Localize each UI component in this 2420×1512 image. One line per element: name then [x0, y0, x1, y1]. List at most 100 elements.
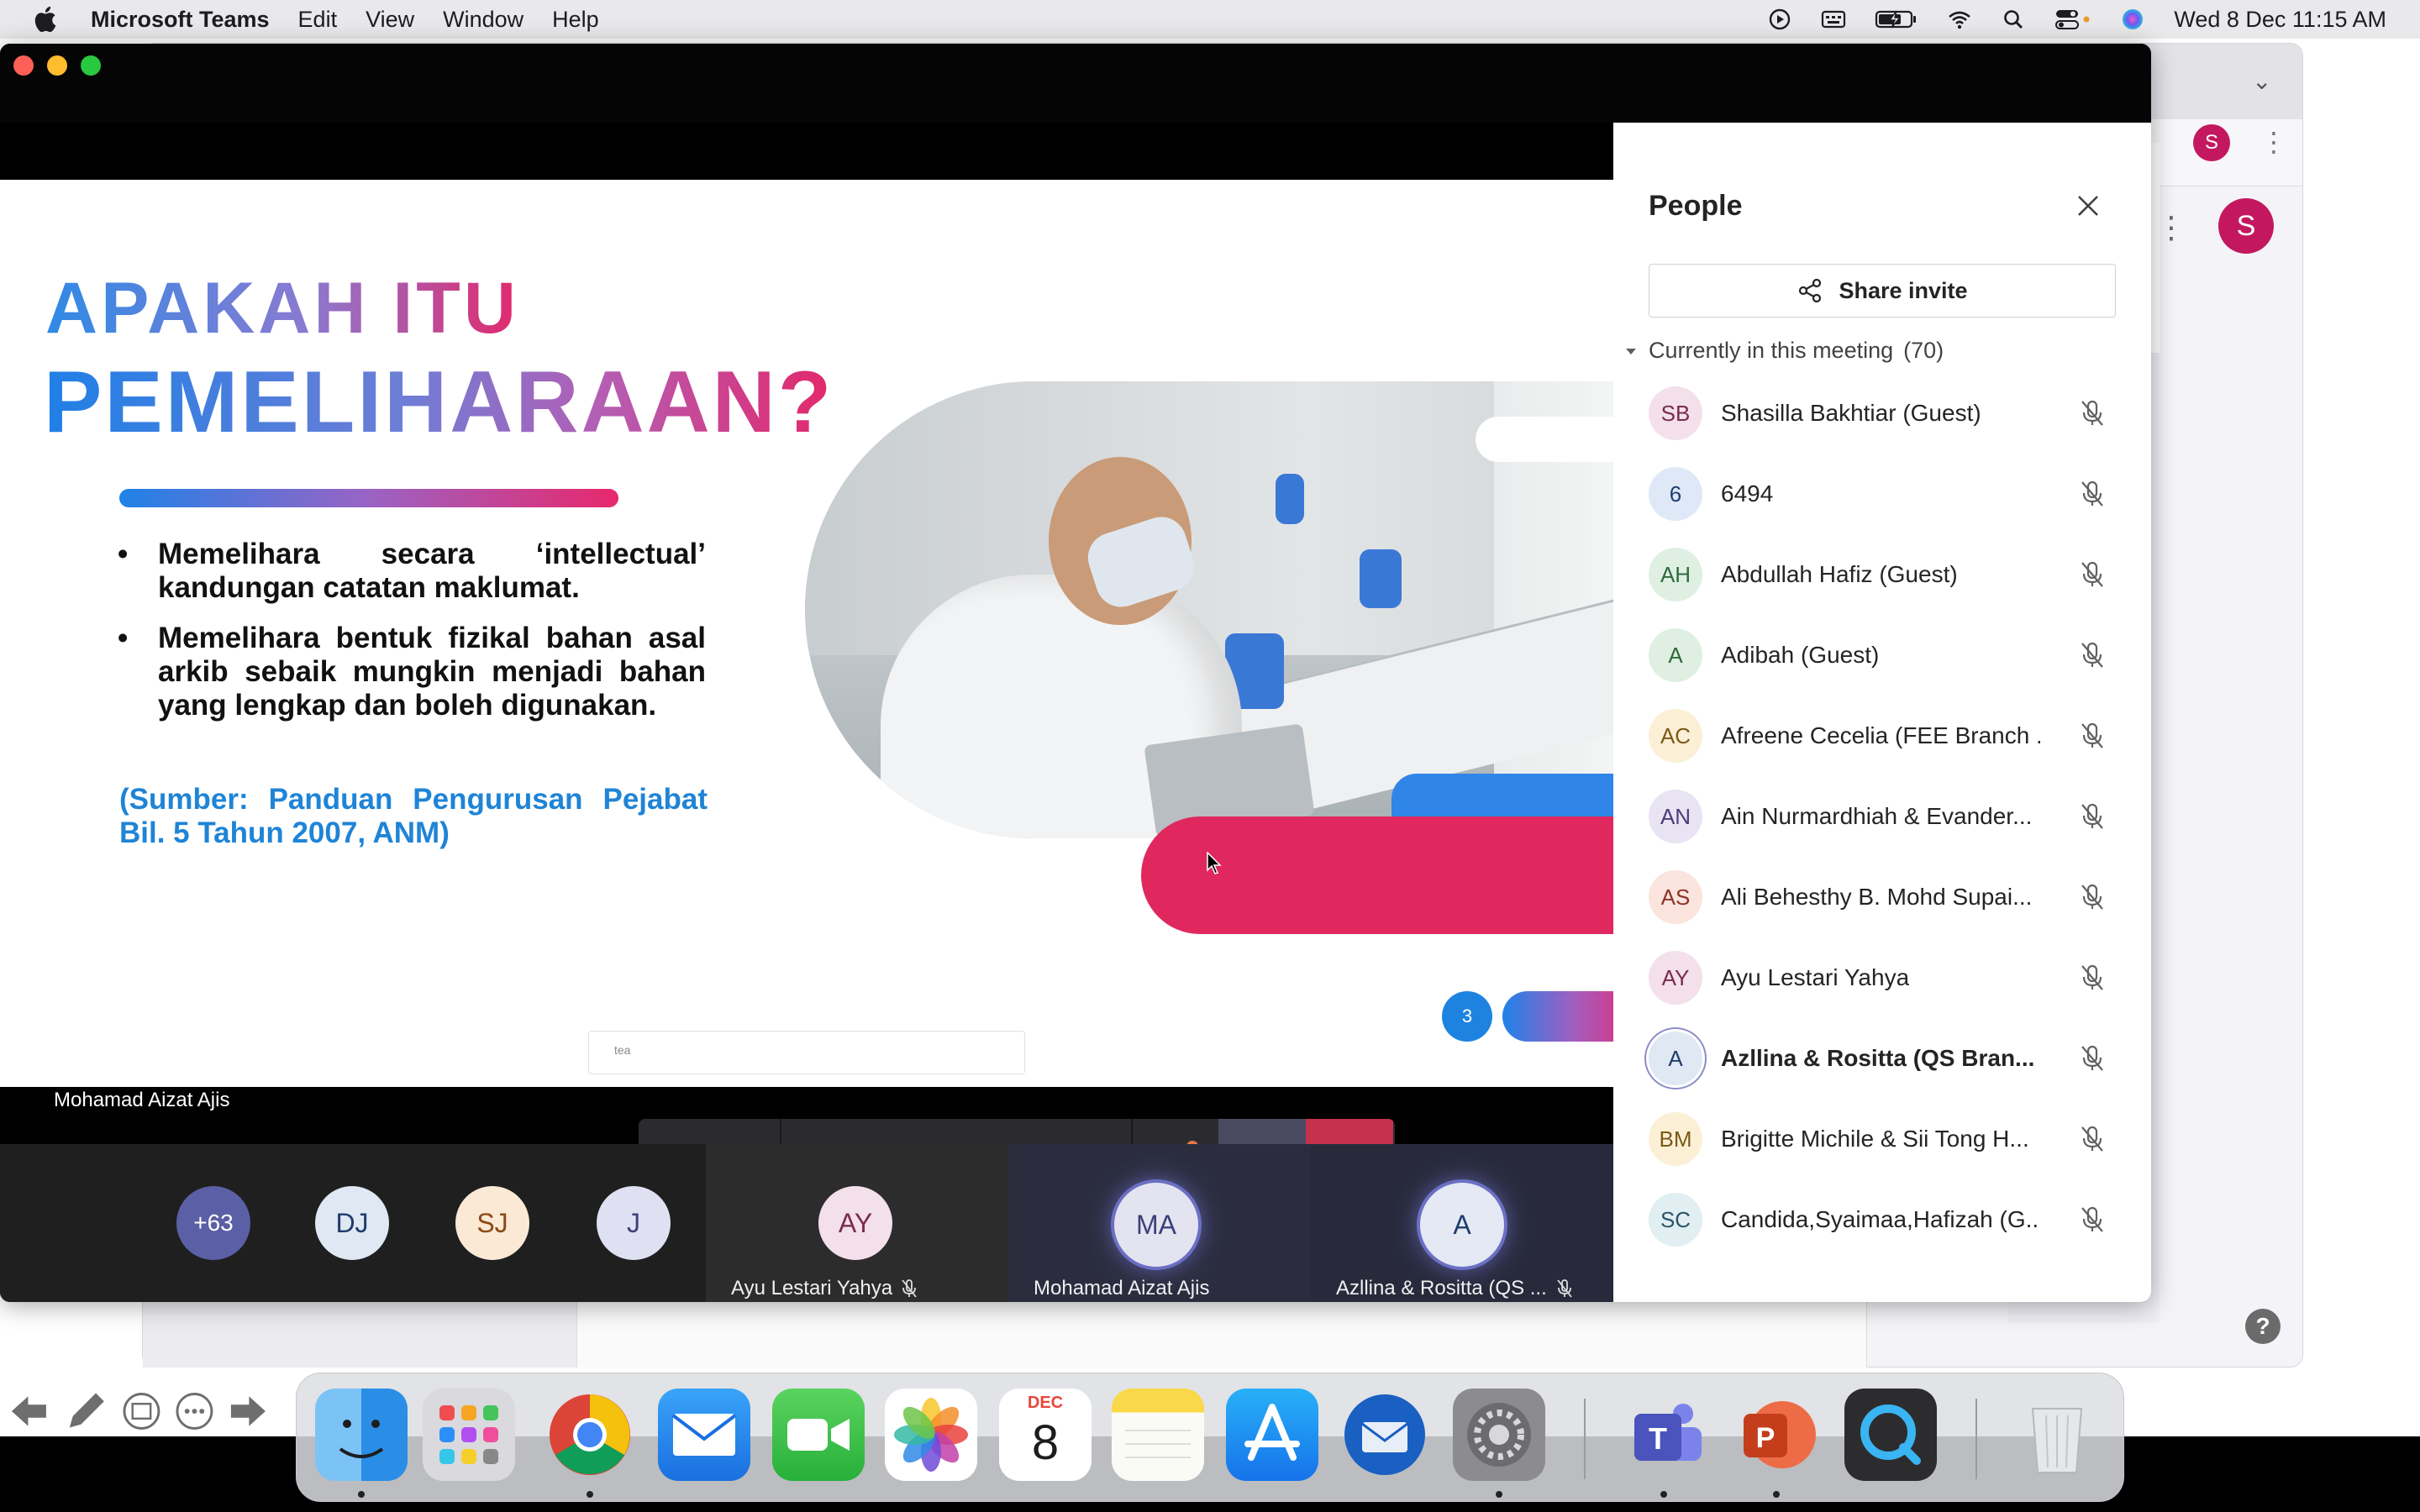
- photos-icon[interactable]: [885, 1389, 977, 1481]
- arrow-right-icon[interactable]: [228, 1393, 269, 1430]
- mail-icon[interactable]: [658, 1389, 750, 1481]
- powerpoint-icon[interactable]: P: [1730, 1389, 1823, 1481]
- launchpad-icon[interactable]: [423, 1389, 515, 1481]
- menu-app-name[interactable]: Microsoft Teams: [91, 7, 270, 33]
- participant-name: Ayu Lestari Yahya: [731, 1277, 893, 1299]
- participant-row[interactable]: SB Shasilla Bakhtiar (Guest): [1613, 373, 2151, 454]
- participant-avatar: AN: [1649, 790, 1702, 843]
- mic-off-icon: [2081, 884, 2103, 910]
- participant-row[interactable]: SC Candida,Syaimaa,Hafizah (G...: [1613, 1179, 2151, 1260]
- menu-clock[interactable]: Wed 8 Dec 11:15 AM: [2174, 7, 2386, 33]
- participant-row[interactable]: 6 6494: [1613, 454, 2151, 534]
- pen-icon[interactable]: [63, 1388, 109, 1435]
- participant-name: Ain Nurmardhiah & Evander...: [1721, 803, 2033, 829]
- slide-decor-gradient: [1502, 991, 1613, 1042]
- participant-tile[interactable]: A Azllina & Rositta (QS ...: [1311, 1144, 1613, 1302]
- mic-off-icon: [2081, 1206, 2103, 1232]
- menu-view[interactable]: View: [366, 7, 414, 33]
- title-underline: [119, 489, 618, 507]
- slide-bullet: Memelihara bentuk fizikal bahan asal ark…: [118, 622, 706, 722]
- wifi-icon[interactable]: [1947, 7, 1972, 32]
- teams-icon[interactable]: T: [1618, 1389, 1710, 1481]
- more-options-icon[interactable]: [175, 1391, 214, 1431]
- participant-avatar: AY: [1649, 951, 1702, 1005]
- participant-row[interactable]: AN Ain Nurmardhiah & Evander...: [1613, 776, 2151, 857]
- help-icon[interactable]: ?: [2245, 1309, 2281, 1344]
- participant-avatar[interactable]: DJ: [315, 1186, 389, 1260]
- chevron-down-icon[interactable]: ⌄: [2252, 67, 2271, 95]
- browser-menu-icon[interactable]: ⋮: [2260, 126, 2287, 158]
- sharing-toolbar[interactable]: tea: [588, 1031, 1025, 1074]
- window-close-button[interactable]: [13, 55, 34, 76]
- participant-row[interactable]: AS Ali Behesthy B. Mohd Supai...: [1613, 857, 2151, 937]
- mic-off-icon: [2081, 642, 2103, 668]
- participant-name: Ayu Lestari Yahya: [1721, 964, 1910, 990]
- participant-count: (70): [1903, 338, 1944, 363]
- keyboard-icon[interactable]: [1821, 7, 1846, 32]
- slide-bullets: Memelihara secara ‘intellectual’ kandung…: [118, 538, 706, 739]
- participant-tile[interactable]: AY Ayu Lestari Yahya: [706, 1144, 1008, 1302]
- mic-off-icon: [2081, 1126, 2103, 1152]
- menu-help[interactable]: Help: [552, 7, 599, 33]
- teams-window: APAKAH ITU PEMELIHARAAN? Memelihara seca…: [0, 44, 2151, 1302]
- people-panel-title: People: [1649, 190, 1743, 222]
- participant-avatar: A: [1649, 628, 1702, 682]
- mic-off-icon: [2081, 722, 2103, 748]
- app-store-icon[interactable]: [1226, 1389, 1318, 1481]
- window-zoom-button[interactable]: [81, 55, 101, 76]
- running-indicator: [358, 1491, 365, 1498]
- system-preferences-icon[interactable]: [1453, 1389, 1545, 1481]
- participant-name: Azllina & Rositta (QS ...: [1336, 1277, 1547, 1299]
- account-avatar[interactable]: S: [2218, 198, 2274, 254]
- share-invite-label: Share invite: [1839, 277, 1968, 303]
- participant-avatar: 6: [1649, 467, 1702, 521]
- slides-grid-icon[interactable]: [122, 1391, 161, 1431]
- browser-profile-avatar[interactable]: S: [2193, 124, 2230, 161]
- participant-avatar[interactable]: J: [597, 1186, 671, 1260]
- participant-row[interactable]: AY Ayu Lestari Yahya: [1613, 937, 2151, 1018]
- participant-avatar[interactable]: SJ: [455, 1186, 529, 1260]
- quicktime-icon[interactable]: [1844, 1389, 1937, 1481]
- control-center-icon[interactable]: [2054, 7, 2091, 32]
- participant-row[interactable]: A Adibah (Guest): [1613, 615, 2151, 696]
- participant-name: 6494: [1721, 480, 1774, 507]
- participant-name: Brigitte Michile & Sii Tong H...: [1721, 1126, 2029, 1152]
- participant-avatar: AY: [818, 1186, 892, 1260]
- spotlight-search-icon[interactable]: [2001, 7, 2026, 32]
- siri-icon[interactable]: [2120, 7, 2145, 32]
- people-panel: People Share invite Currently in this me…: [1613, 123, 2151, 1302]
- window-minimize-button[interactable]: [47, 55, 67, 76]
- participant-row[interactable]: AC Afreene Cecelia (FEE Branch ...: [1613, 696, 2151, 776]
- close-panel-icon[interactable]: [2074, 192, 2102, 220]
- in-meeting-section-toggle[interactable]: Currently in this meeting (70): [1623, 338, 1944, 364]
- play-status-icon[interactable]: [1767, 7, 1792, 32]
- slide-decor-white: [1476, 417, 1613, 462]
- running-indicator: [1660, 1491, 1667, 1498]
- menu-window[interactable]: Window: [443, 7, 523, 33]
- menu-edit[interactable]: Edit: [298, 7, 338, 33]
- mic-off-icon: [2081, 400, 2103, 426]
- participant-row[interactable]: AH Abdullah Hafiz (Guest): [1613, 534, 2151, 615]
- share-invite-button[interactable]: Share invite: [1649, 264, 2116, 318]
- mic-off-icon: [2081, 803, 2103, 829]
- participant-row[interactable]: A Azllina & Rositta (QS Bran...: [1613, 1018, 2151, 1099]
- participant-avatar: A: [1420, 1183, 1504, 1267]
- participant-tile-speaking[interactable]: MA Mohamad Aizat Ajis: [1008, 1144, 1311, 1302]
- battery-icon[interactable]: [1875, 7, 1918, 32]
- section-label: Currently in this meeting: [1649, 338, 1894, 363]
- participant-row[interactable]: BM Brigitte Michile & Sii Tong H...: [1613, 1099, 2151, 1179]
- thunderbird-icon[interactable]: [1339, 1389, 1431, 1481]
- trash-icon[interactable]: [2011, 1389, 2103, 1481]
- participant-list: SB Shasilla Bakhtiar (Guest) 6 6494 AH A…: [1613, 373, 2151, 1260]
- teams-title-bar: [0, 44, 2151, 123]
- overflow-participants-button[interactable]: +63: [176, 1186, 250, 1260]
- facetime-icon[interactable]: [772, 1389, 865, 1481]
- finder-icon[interactable]: [315, 1389, 408, 1481]
- notes-icon[interactable]: [1112, 1389, 1204, 1481]
- presenter-name-label: Mohamad Aizat Ajis: [54, 1089, 230, 1111]
- arrow-left-icon[interactable]: [8, 1393, 50, 1430]
- chrome-icon[interactable]: [544, 1389, 636, 1481]
- apple-logo-icon[interactable]: [32, 5, 57, 34]
- more-options-icon[interactable]: ⋮: [2156, 210, 2186, 245]
- calendar-icon[interactable]: DEC 8: [999, 1389, 1092, 1481]
